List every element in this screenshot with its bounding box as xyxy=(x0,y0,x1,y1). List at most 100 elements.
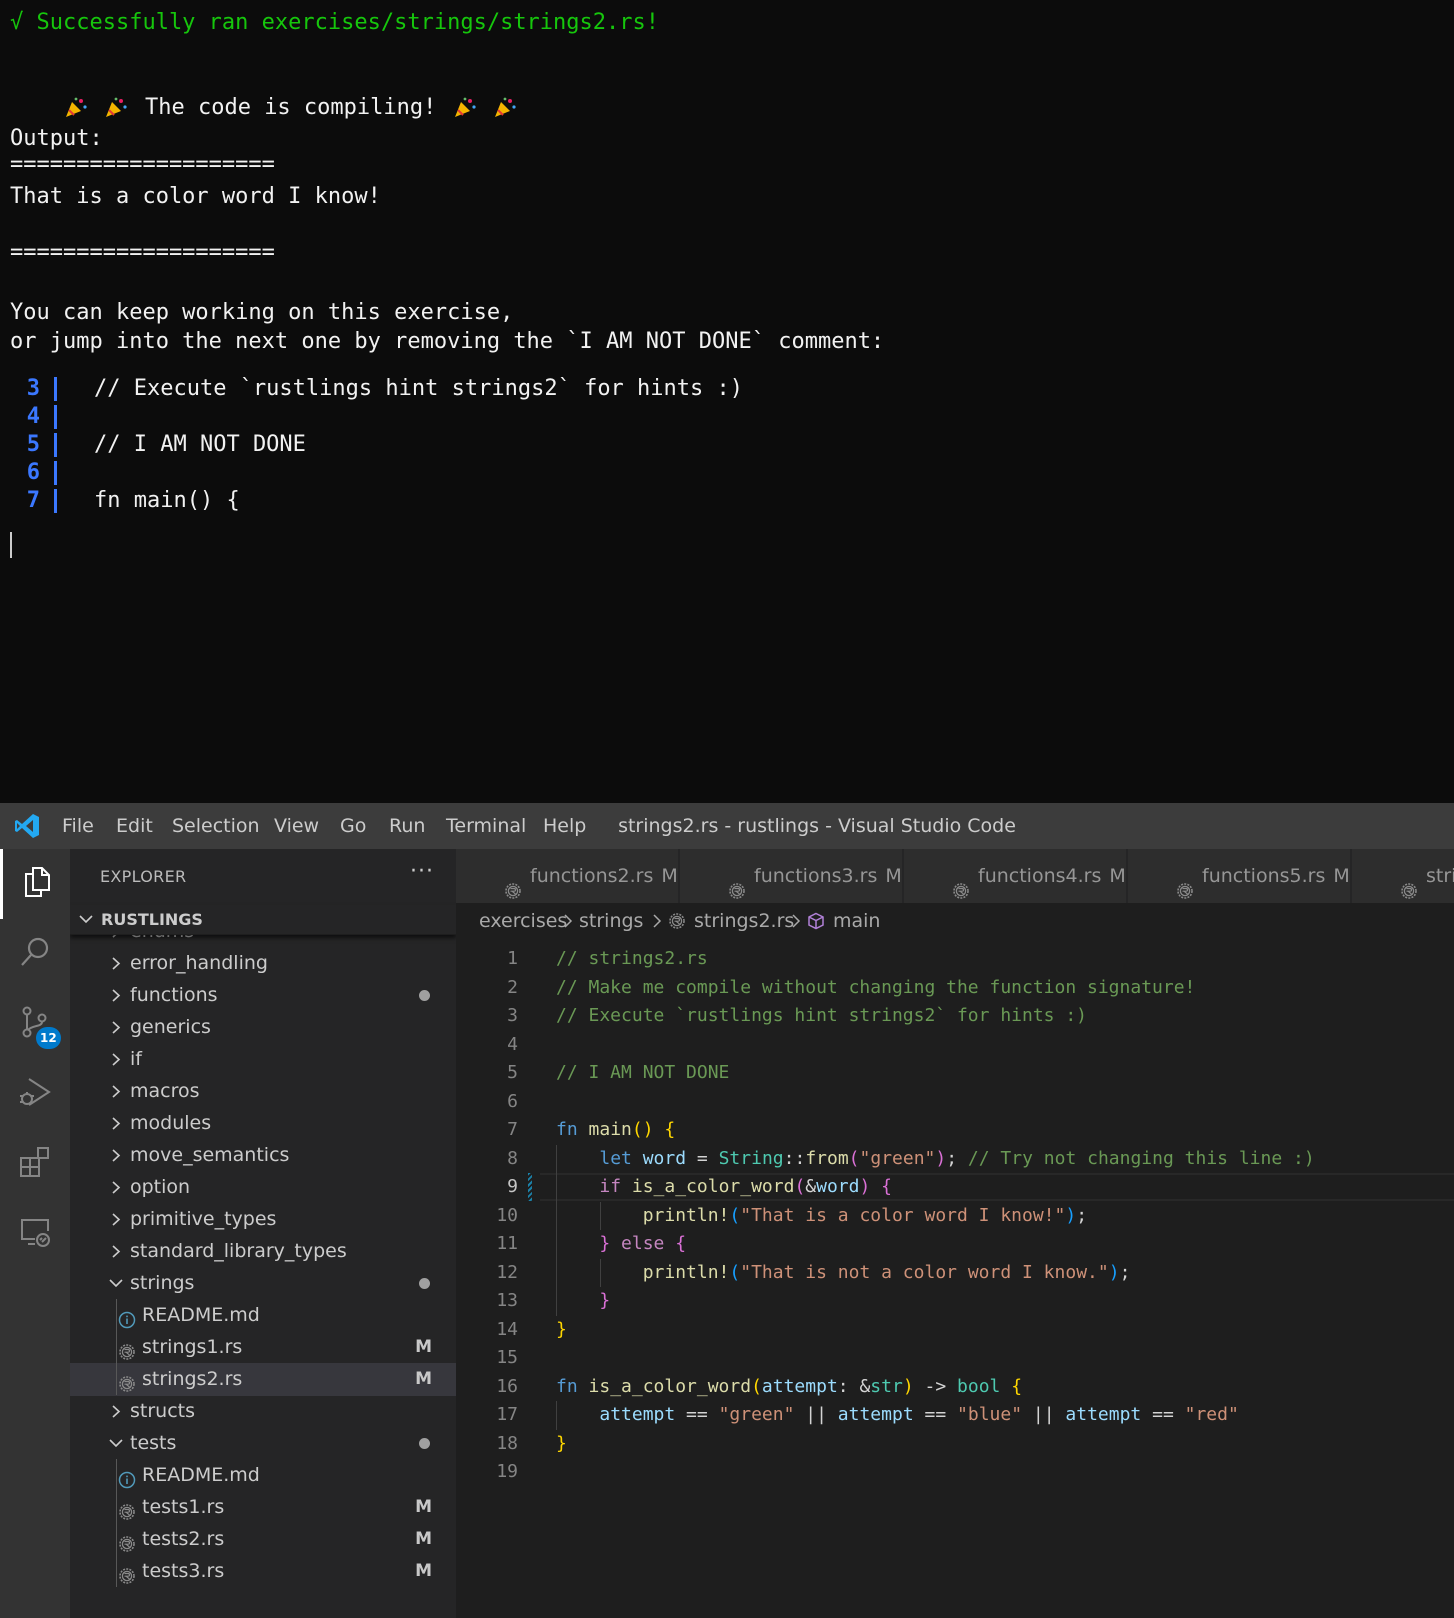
snippet-code-line: // Execute `rustlings hint strings2` for… xyxy=(94,376,744,401)
tab-stri[interactable]: stri xyxy=(1352,849,1454,903)
folder-if[interactable]: if xyxy=(70,1043,456,1076)
run-debug-icon xyxy=(17,1074,53,1114)
code-line: println!("That is not a color word I kno… xyxy=(642,1261,1131,1283)
workspace-section-header[interactable]: RUSTLINGS xyxy=(70,905,456,935)
folder-strings[interactable]: strings xyxy=(70,1267,456,1300)
tab-functions3-rs[interactable]: functions3.rs M xyxy=(680,849,903,903)
terminal-window[interactable]: √ Successfully ran exercises/strings/str… xyxy=(0,0,1454,803)
folder-structs[interactable]: structs xyxy=(70,1395,456,1428)
tab-label: stri xyxy=(1426,849,1454,903)
modified-dot xyxy=(419,1278,430,1289)
folder-move-semantics[interactable]: move_semantics xyxy=(70,1139,456,1172)
file-strings2-rs[interactable]: strings2.rs M xyxy=(70,1363,456,1396)
folder-error-handling[interactable]: error_handling xyxy=(70,947,456,980)
rust-file-icon xyxy=(118,1531,136,1552)
snippet-line-number: 3 xyxy=(26,376,40,401)
folder-standard-library-types[interactable]: standard_library_types xyxy=(70,1235,456,1268)
tab-modified-badge: M xyxy=(1109,865,1126,887)
file-tree: enumserror_handlingfunctionsgenericsifma… xyxy=(70,935,456,1618)
file-tests1-rs[interactable]: tests1.rs M xyxy=(70,1491,456,1524)
folder-generics[interactable]: generics xyxy=(70,1011,456,1044)
tree-item-label: README.md xyxy=(142,1464,260,1486)
activity-bar: 12 xyxy=(0,849,70,1618)
extensions-activity-button[interactable] xyxy=(0,1129,70,1199)
folder-tests[interactable]: tests xyxy=(70,1427,456,1460)
line-number: 6 xyxy=(507,1090,518,1112)
code-line: fn main() { xyxy=(556,1119,676,1140)
snippet-gutter-bar xyxy=(54,377,57,401)
tab-filename: functions5.rs xyxy=(1202,865,1326,887)
run-debug-activity-button[interactable] xyxy=(0,1059,70,1129)
explorer-more-button[interactable]: ··· xyxy=(410,859,434,884)
remote-explorer-activity-button[interactable] xyxy=(0,1199,70,1269)
folder-modules[interactable]: modules xyxy=(70,1107,456,1140)
folder-macros[interactable]: macros xyxy=(70,1075,456,1108)
tree-item-label: structs xyxy=(130,1400,195,1422)
folder-primitive-types[interactable]: primitive_types xyxy=(70,1203,456,1236)
file-readme-md[interactable]: README.md xyxy=(70,1459,456,1492)
git-modified-badge: M xyxy=(415,1497,432,1517)
snippet-gutter-bar xyxy=(54,461,57,485)
snippet-gutter-bar xyxy=(54,433,57,457)
file-tests2-rs[interactable]: tests2.rs M xyxy=(70,1523,456,1556)
rust-file-icon xyxy=(118,1563,136,1584)
snippet-gutter-bar xyxy=(54,405,57,429)
breadcrumb-exercises[interactable]: exercises xyxy=(479,903,567,939)
line-number: 5 xyxy=(507,1062,518,1083)
tab-label: functions3.rs M xyxy=(754,849,902,903)
tab-modified-badge: M xyxy=(885,865,902,887)
folder-option[interactable]: option xyxy=(70,1171,456,1204)
file-strings1-rs[interactable]: strings1.rs M xyxy=(70,1331,456,1364)
code-line: } xyxy=(599,1290,611,1311)
source-control-activity-button[interactable]: 12 xyxy=(0,989,70,1059)
tab-filename: functions2.rs xyxy=(530,865,654,887)
extensions-icon xyxy=(18,1145,52,1183)
vscode-window: File Edit Selection View Go Run Terminal Help s… xyxy=(0,803,1454,1618)
breadcrumb-label: strings xyxy=(579,910,644,932)
tab-modified-badge: M xyxy=(661,865,678,887)
file-readme-md[interactable]: README.md xyxy=(70,1299,456,1332)
modified-dot xyxy=(419,1438,430,1449)
tab-functions2-rs[interactable]: functions2.rs M xyxy=(456,849,679,903)
rust-file-icon xyxy=(1176,867,1194,899)
rust-file-icon xyxy=(118,1499,136,1520)
separator-bottom: ==================== xyxy=(10,240,275,265)
tree-item-label: primitive_types xyxy=(130,1208,277,1230)
line-number: 10 xyxy=(496,1204,518,1226)
breadcrumb-main[interactable]: main xyxy=(807,903,880,942)
line-number: 2 xyxy=(507,976,518,998)
line-number: 12 xyxy=(496,1261,518,1283)
code-line: // Execute `rustlings hint strings2` for… xyxy=(556,1005,1088,1026)
folder-functions[interactable]: functions xyxy=(70,979,456,1012)
line-number: 1 xyxy=(507,948,518,969)
tree-item-label: generics xyxy=(130,1016,211,1038)
jump-next-line: or jump into the next one by removing th… xyxy=(10,329,885,354)
code-editor[interactable]: 1 2 3 4 5 6 7 8 9 10 11 12 13 14 15 16 17 18 19// strings2… xyxy=(456,939,1454,1618)
breadcrumb-strings[interactable]: strings xyxy=(579,903,643,939)
breadcrumb-strings2-rs[interactable]: strings2.rs xyxy=(668,903,794,942)
breadcrumb-label: exercises xyxy=(479,910,568,932)
code-line: fn is_a_color_word(attempt: &str) -> boo… xyxy=(556,1375,1023,1397)
line-number: 13 xyxy=(496,1290,518,1311)
indent-guide xyxy=(116,1299,117,1395)
rust-file-icon xyxy=(728,867,746,899)
search-activity-button[interactable] xyxy=(0,919,70,989)
git-gutter-modified xyxy=(528,1173,532,1201)
rust-file-icon xyxy=(668,906,686,942)
keep-working-line: You can keep working on this exercise, xyxy=(10,300,514,325)
tab-functions5-rs[interactable]: functions5.rs M xyxy=(1128,849,1351,903)
tree-item-label: error_handling xyxy=(130,952,268,974)
snippet-code-line: fn main() { xyxy=(94,488,240,513)
line-number: 14 xyxy=(496,1318,518,1340)
explorer-title: EXPLORER xyxy=(100,867,187,886)
code-line: if is_a_color_word(&word) { xyxy=(599,1176,893,1197)
line-number: 19 xyxy=(496,1461,518,1482)
file-tests3-rs[interactable]: tests3.rs M xyxy=(70,1555,456,1588)
terminal-cursor xyxy=(10,532,12,558)
git-modified-badge: M xyxy=(415,1337,432,1357)
rust-file-icon xyxy=(952,867,970,899)
code-line: // Make me compile without changing the … xyxy=(556,976,1196,998)
explorer-activity-button[interactable] xyxy=(0,849,70,919)
breadcrumb-label: strings2.rs xyxy=(694,910,795,932)
tab-functions4-rs[interactable]: functions4.rs M xyxy=(904,849,1127,903)
